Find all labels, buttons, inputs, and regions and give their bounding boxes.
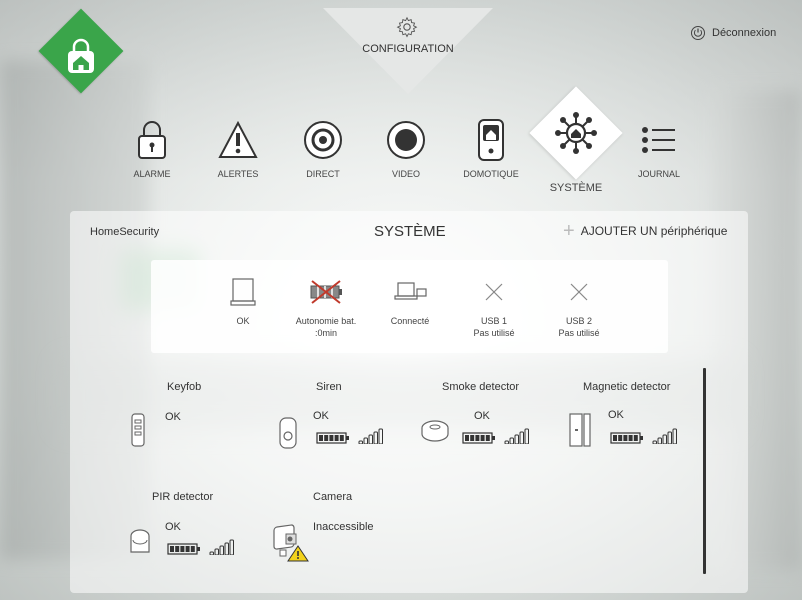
battery-icon	[610, 432, 643, 444]
nav-journal[interactable]: JOURNAL	[630, 117, 688, 179]
battery-crossed-icon	[310, 280, 342, 304]
status-label: USB 2	[565, 316, 592, 326]
nav-label: SYSTÈME	[549, 182, 603, 194]
gear-icon	[396, 16, 418, 38]
logout-button[interactable]: Déconnexion	[690, 25, 776, 41]
device-status: OK	[313, 410, 329, 422]
usb-off-icon	[485, 283, 503, 301]
status-network: Connecté	[365, 275, 455, 327]
nav-systeme[interactable]: SYSTÈME	[540, 110, 612, 194]
add-device-button[interactable]: + AJOUTER UN périphérique	[563, 220, 728, 242]
logout-label: Déconnexion	[712, 27, 777, 39]
status-label: OK	[236, 316, 250, 326]
battery-icon	[316, 432, 349, 444]
status-sub: Pas utilisé	[558, 328, 600, 338]
status-panel: OK	[198, 275, 288, 327]
status-label: Connecté	[390, 316, 430, 326]
device-status: OK	[474, 410, 490, 422]
device-name: Siren	[316, 381, 342, 393]
smart-switch-icon	[478, 119, 504, 161]
nav-label: DOMOTIQUE	[463, 169, 519, 179]
magnetic-detector-icon[interactable]	[568, 412, 592, 448]
status-sub: :0min	[314, 328, 337, 338]
status-usb2: USB 2 Pas utilisé	[534, 275, 624, 339]
status-sub: Pas utilisé	[473, 328, 515, 338]
status-label: USB 1	[480, 316, 507, 326]
status-label: Autonomie bat.	[295, 316, 357, 326]
brand-label: HomeSecurity	[90, 226, 160, 238]
nav-direct[interactable]: DIRECT	[296, 117, 350, 179]
nav-label: ALERTES	[217, 169, 259, 179]
page-title: SYSTÈME	[374, 223, 446, 240]
scrollbar[interactable]	[703, 368, 706, 574]
siren-icon[interactable]	[278, 416, 298, 450]
nav-label: DIRECT	[306, 169, 340, 179]
device-name: Camera	[313, 491, 353, 503]
device-status: OK	[165, 521, 181, 533]
device-status: Inaccessible	[313, 521, 374, 533]
keyfob-icon[interactable]	[130, 412, 146, 448]
camera-lens-icon	[304, 121, 342, 159]
network-icon	[394, 282, 427, 300]
panel-icon	[230, 278, 256, 306]
nav-label: ALARME	[133, 169, 171, 179]
device-status: OK	[165, 411, 181, 423]
power-icon	[691, 26, 705, 40]
status-battery: Autonomie bat. :0min	[281, 275, 371, 339]
battery-icon	[167, 543, 200, 555]
add-device-label: AJOUTER UN périphérique	[580, 224, 728, 238]
signal-icon	[504, 428, 529, 444]
device-name: PIR detector	[152, 491, 214, 503]
home-network-icon	[555, 112, 597, 154]
nav-alertes[interactable]: ALERTES	[210, 117, 266, 179]
battery-icon	[462, 432, 495, 444]
record-icon	[387, 121, 425, 159]
usb-off-icon	[570, 283, 588, 301]
device-name: Smoke detector	[442, 381, 520, 393]
device-name: Magnetic detector	[583, 381, 671, 393]
camera-warning-icon[interactable]	[270, 524, 310, 562]
configuration-label: CONFIGURATION	[362, 43, 454, 55]
status-usb1: USB 1 Pas utilisé	[449, 275, 539, 339]
nav-label: VIDEO	[391, 169, 420, 179]
pir-detector-icon[interactable]	[128, 528, 152, 556]
signal-icon	[358, 428, 383, 444]
nav-domotique[interactable]: DOMOTIQUE	[458, 117, 524, 179]
signal-icon	[652, 428, 677, 444]
nav-alarme[interactable]: ALARME	[127, 117, 177, 179]
list-icon	[642, 127, 675, 153]
signal-icon	[209, 539, 234, 555]
warning-icon	[218, 120, 258, 158]
plus-icon: +	[563, 220, 575, 242]
lock-icon	[138, 121, 166, 159]
home-lock-icon	[68, 38, 94, 73]
device-status: OK	[608, 409, 624, 421]
nav-label: JOURNAL	[637, 169, 680, 179]
nav-video[interactable]: VIDEO	[380, 117, 432, 179]
device-name: Keyfob	[167, 381, 202, 393]
smoke-detector-icon[interactable]	[418, 416, 452, 448]
